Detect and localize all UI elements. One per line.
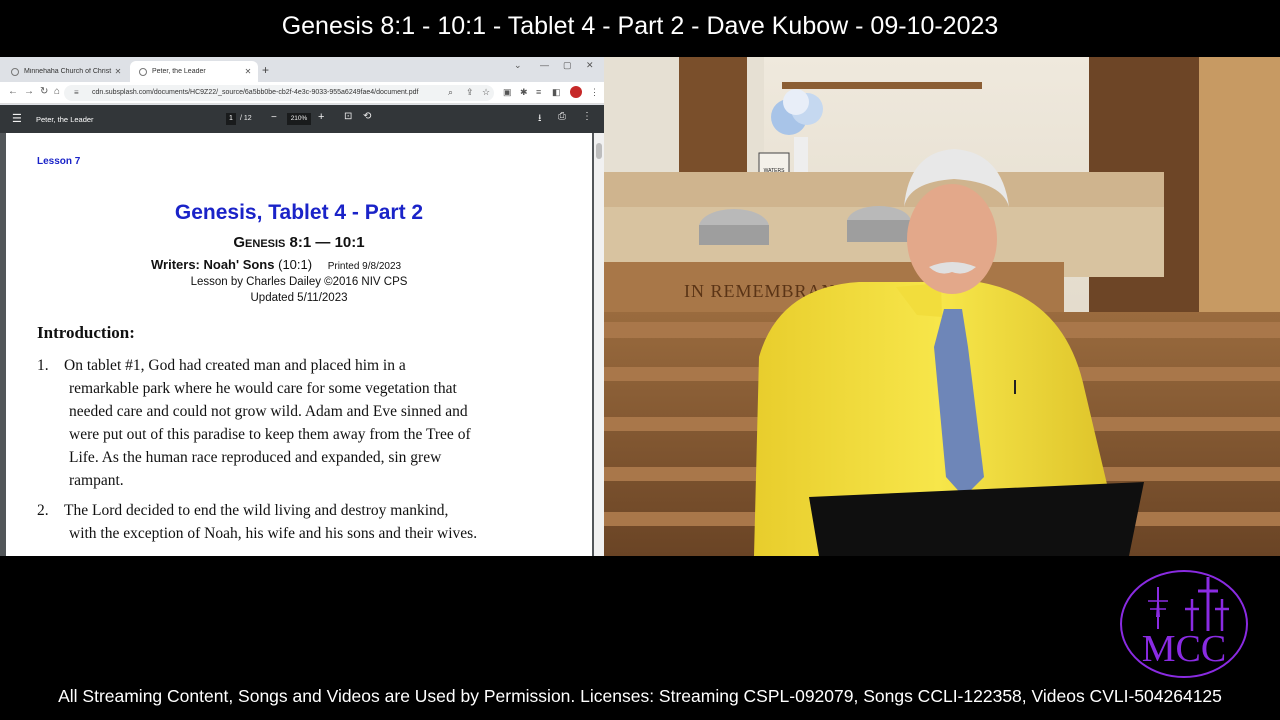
writers-label: Writers: Noah' Sons: [151, 257, 275, 272]
stream-title: Genesis 8:1 - 10:1 - Tablet 4 - Part 2 -…: [281, 12, 999, 40]
profile-avatar[interactable]: [570, 86, 582, 98]
page-number-input[interactable]: 1: [226, 113, 236, 125]
share-icon[interactable]: ⇪: [466, 87, 474, 98]
reading-list-icon[interactable]: ≡: [536, 87, 541, 97]
church-logo: MCC: [1118, 569, 1250, 679]
lesson-label: Lesson 7: [37, 156, 81, 167]
back-icon[interactable]: ←: [8, 86, 18, 97]
forward-icon[interactable]: →: [24, 86, 34, 97]
pdf-scrollbar[interactable]: [594, 133, 604, 556]
paragraph-line: rampant.: [69, 472, 124, 489]
pdf-toolbar: ☰ Peter, the Leader 1 / 12 − 210% + ⊡ ⟲ …: [0, 105, 604, 133]
site-info-icon[interactable]: ≡: [74, 85, 79, 101]
writers-line: Writers: Noah' Sons (10:1) Printed 9/8/2…: [151, 257, 401, 272]
zoom-out-button[interactable]: −: [271, 112, 277, 123]
tab-label: Minnehaha Church of Christ - Hi: [24, 68, 112, 75]
paragraph-line: remarkable park where he would care for …: [69, 380, 457, 397]
updated-line: Updated 5/11/2023: [250, 292, 348, 304]
reload-icon[interactable]: ↻: [40, 86, 48, 97]
camera-feed: WATERS IN REMEMBRANCE: [604, 57, 1280, 556]
scrollbar-thumb[interactable]: [596, 143, 602, 159]
download-icon[interactable]: ⭳: [538, 111, 542, 128]
zoom-icon[interactable]: ⌕: [448, 87, 453, 98]
speaker-camera-image: WATERS IN REMEMBRANCE: [604, 57, 1280, 556]
paragraph-line: were put out of this paradise to keep th…: [69, 426, 471, 443]
tab-church[interactable]: Minnehaha Church of Christ - Hi ✕: [2, 61, 128, 82]
globe-icon: [139, 67, 147, 76]
logo-text: MCC: [1142, 628, 1226, 670]
paragraph-1: 1. On tablet #1, God had created man and…: [37, 354, 577, 492]
new-tab-button[interactable]: +: [262, 63, 269, 77]
rotate-icon[interactable]: ⟲: [363, 111, 371, 122]
url-text: cdn.subsplash.com/documents/HC9Z22/_sour…: [92, 89, 419, 96]
minimize-button[interactable]: —: [540, 60, 549, 70]
tab-search-icon[interactable]: ⌄: [514, 60, 522, 71]
url-input[interactable]: ≡ cdn.subsplash.com/documents/HC9Z22/_so…: [64, 85, 494, 101]
intro-heading: Introduction:: [37, 323, 135, 342]
paragraph-line: needed care and could not grow wild. Ada…: [69, 403, 468, 420]
close-icon[interactable]: ✕: [242, 67, 254, 76]
page-total: / 12: [240, 115, 252, 122]
menu-icon[interactable]: ☰: [12, 112, 22, 125]
paragraph-line: The Lord decided to end the wild living …: [64, 502, 449, 519]
extension-icon[interactable]: ▣: [503, 87, 512, 98]
printed-date: Printed 9/8/2023: [327, 261, 402, 272]
pdf-viewer[interactable]: Lesson 7 Genesis, Tablet 4 - Part 2 Gene…: [0, 133, 604, 556]
paragraph-line: On tablet #1, God had created man and pl…: [64, 357, 406, 374]
document-title: Genesis, Tablet 4 - Part 2: [174, 201, 424, 224]
paragraph-line: with the exception of Noah, his wife and…: [69, 525, 478, 542]
tab-label: Peter, the Leader: [152, 68, 206, 75]
paragraph-number: 2.: [37, 502, 49, 519]
writers-ref: (10:1): [278, 257, 313, 272]
home-icon[interactable]: ⌂: [54, 86, 60, 97]
tab-strip: Minnehaha Church of Christ - Hi ✕ Peter,…: [0, 57, 604, 82]
zoom-in-button[interactable]: +: [318, 111, 324, 123]
bookmark-star-icon[interactable]: ☆: [482, 87, 490, 98]
window-close-button[interactable]: ✕: [586, 60, 594, 71]
zoom-input[interactable]: 210%: [287, 113, 311, 125]
maximize-button[interactable]: ▢: [563, 60, 572, 71]
paragraph-2: 2. The Lord decided to end the wild livi…: [37, 499, 577, 545]
side-panel-icon[interactable]: ◧: [552, 87, 561, 98]
credit-line: Lesson by Charles Dailey ©2016 NIV CPS: [190, 276, 408, 288]
license-footer: All Streaming Content, Songs and Videos …: [58, 686, 1222, 706]
fit-page-icon[interactable]: ⊡: [344, 111, 352, 122]
paragraph-line: Life. As the human race reproduced and e…: [69, 449, 442, 466]
pdf-title: Peter, the Leader: [36, 115, 94, 124]
pdf-page: Lesson 7 Genesis, Tablet 4 - Part 2 Gene…: [6, 133, 592, 556]
tab-peter-the-leader[interactable]: Peter, the Leader ✕: [130, 61, 258, 82]
puzzle-icon[interactable]: ✱: [520, 87, 528, 98]
more-options-icon[interactable]: ⋮: [582, 111, 592, 122]
address-bar: ← → ↻ ⌂ ≡ cdn.subsplash.com/documents/HC…: [0, 82, 604, 104]
paragraph-number: 1.: [37, 357, 49, 374]
globe-icon: [11, 67, 19, 76]
more-menu-icon[interactable]: ⋮: [590, 87, 599, 98]
document-subtitle: Genesis 8:1 — 10:1: [233, 234, 365, 251]
print-icon[interactable]: ⎙: [558, 111, 566, 122]
browser-window: Minnehaha Church of Christ - Hi ✕ Peter,…: [0, 57, 604, 556]
close-icon[interactable]: ✕: [112, 67, 124, 76]
